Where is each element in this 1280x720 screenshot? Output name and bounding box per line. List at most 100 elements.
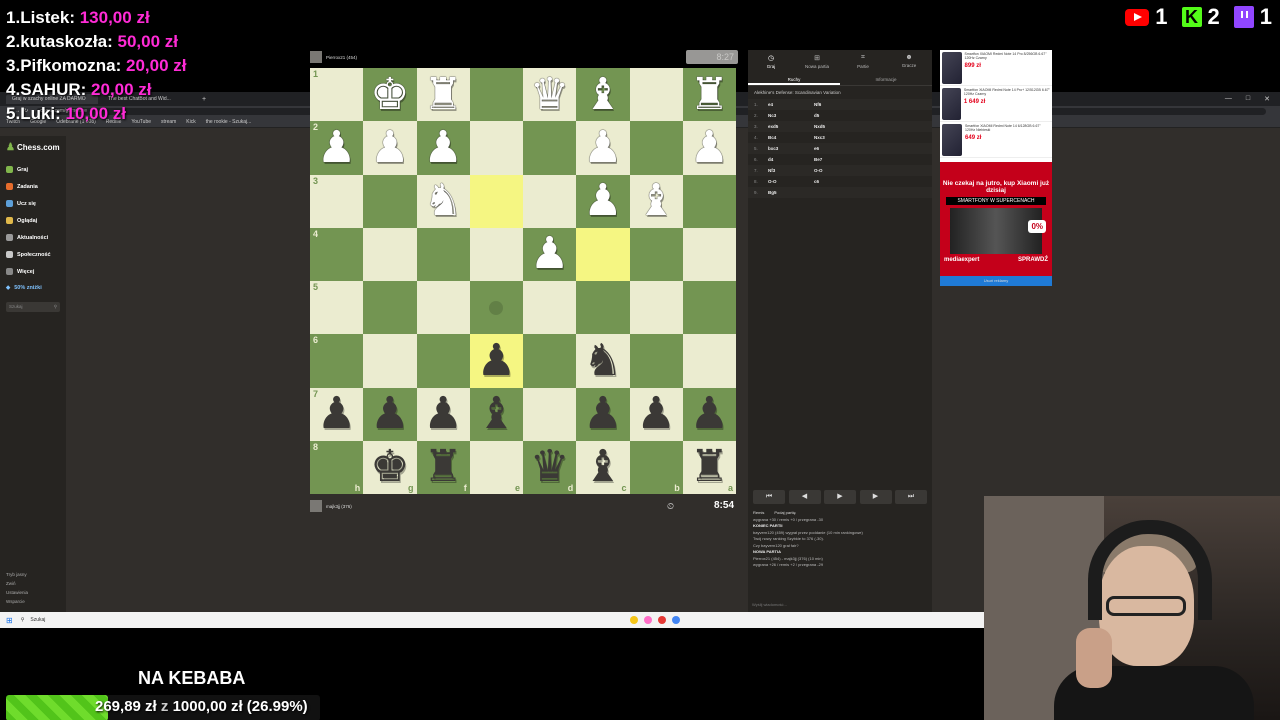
board-square[interactable] xyxy=(576,281,630,335)
black-move[interactable]: e6 xyxy=(814,146,854,151)
sidebar-item-oglądaj[interactable]: Oglądaj xyxy=(0,212,66,229)
board-square[interactable] xyxy=(469,121,523,175)
black-move[interactable]: Nxc3 xyxy=(814,135,854,140)
share-game-button[interactable]: Podaj partię xyxy=(774,510,795,517)
board-square[interactable] xyxy=(629,121,683,175)
board-square[interactable] xyxy=(682,227,736,281)
board-square[interactable] xyxy=(469,174,523,228)
chess-piece-icon[interactable]: ♞ xyxy=(423,179,462,223)
chess-piece-icon[interactable]: ♟ xyxy=(477,338,516,383)
chess-piece-icon[interactable]: ♟ xyxy=(370,392,409,436)
board-square[interactable]: f ♜ xyxy=(416,440,470,494)
chess-piece-icon[interactable]: ♝ xyxy=(583,72,622,117)
chess-piece-icon[interactable]: ♟ xyxy=(636,392,675,436)
board-square[interactable]: 5 xyxy=(310,281,364,335)
board-square[interactable]: ♟ xyxy=(416,387,470,441)
board-square[interactable]: ♟ xyxy=(629,387,683,441)
board-square[interactable]: 1 xyxy=(310,68,364,122)
bookmark-item[interactable]: Kick xyxy=(186,119,195,125)
white-move[interactable]: Bg5 xyxy=(768,190,814,195)
ad-banner[interactable]: Nie czekaj na jutro, kup Xiaomi już dzis… xyxy=(940,162,1052,276)
bookmark-item[interactable]: the rookie - Szukaj... xyxy=(206,119,252,125)
white-move[interactable]: O-O xyxy=(768,179,814,184)
board-square[interactable] xyxy=(523,281,577,335)
board-square[interactable] xyxy=(469,68,523,122)
chess-piece-icon[interactable]: ♝ xyxy=(477,392,516,436)
ad-product[interactable]: Smartfon XIAOMI Redmi Note 14 6/128GB 6.… xyxy=(940,122,1052,158)
sidebar-item-aktualności[interactable]: Aktualności xyxy=(0,229,66,246)
board-square[interactable] xyxy=(469,227,523,281)
move-hint-dot[interactable] xyxy=(489,300,504,315)
board-square[interactable] xyxy=(363,334,417,388)
board-square[interactable]: ♟ xyxy=(469,334,523,388)
board-square[interactable]: ♜ xyxy=(416,68,470,122)
chess-piece-icon[interactable]: ♟ xyxy=(423,392,462,436)
next-move-button[interactable]: ▶ xyxy=(859,490,892,504)
chess-piece-icon[interactable]: ♜ xyxy=(423,72,462,117)
board-square[interactable] xyxy=(416,334,470,388)
new-tab-button[interactable]: + xyxy=(202,96,206,103)
white-move[interactable]: Bc4 xyxy=(768,135,814,140)
panel-tab[interactable]: ⌗ Partie xyxy=(840,50,886,74)
black-move[interactable]: c6 xyxy=(814,179,854,184)
tab-moves[interactable]: Ruchy xyxy=(748,74,840,85)
panel-tab[interactable]: ⊞ Nowa partia xyxy=(794,50,840,74)
board-square[interactable] xyxy=(576,227,630,281)
board-square[interactable] xyxy=(363,281,417,335)
chess-piece-icon[interactable]: ♜ xyxy=(690,72,729,117)
sidebar-item-więcej[interactable]: Więcej xyxy=(0,263,66,280)
windows-start-icon[interactable]: ⊞ xyxy=(6,616,13,625)
chess-piece-icon[interactable]: ♛ xyxy=(530,445,569,489)
player-avatar[interactable] xyxy=(310,500,322,512)
board-square[interactable] xyxy=(523,387,577,441)
board-square[interactable]: 6 xyxy=(310,334,364,388)
chess-piece-icon[interactable]: ♟ xyxy=(317,125,356,170)
chess-piece-icon[interactable]: ♟ xyxy=(423,125,462,170)
board-square[interactable]: ♚ xyxy=(363,68,417,122)
black-move[interactable]: O-O xyxy=(814,168,854,173)
remove-ads-link[interactable]: Usuń reklamy xyxy=(940,276,1052,286)
chess-piece-icon[interactable]: ♟ xyxy=(530,232,569,276)
chess-piece-icon[interactable]: ♞ xyxy=(583,338,622,383)
board-square[interactable]: 7 ♟ xyxy=(310,387,364,441)
white-move[interactable]: bxc3 xyxy=(768,146,814,151)
chess-piece-icon[interactable]: ♟ xyxy=(583,125,622,170)
chess-piece-icon[interactable]: ♝ xyxy=(636,179,675,223)
white-move[interactable]: Nc3 xyxy=(768,113,814,118)
white-move[interactable]: d4 xyxy=(768,157,814,162)
board-square[interactable]: ♛ xyxy=(523,68,577,122)
sidebar-item-graj[interactable]: Graj xyxy=(0,161,66,178)
sidebar-bottom-item[interactable]: Wsparcie xyxy=(0,597,66,606)
close-button[interactable]: ✕ xyxy=(1264,95,1270,103)
board-square[interactable]: b xyxy=(629,440,683,494)
board-square[interactable] xyxy=(629,281,683,335)
board-square[interactable] xyxy=(416,281,470,335)
board-square[interactable]: g ♚ xyxy=(363,440,417,494)
board-square[interactable]: ♟ xyxy=(576,387,630,441)
board-square[interactable]: ♝ xyxy=(576,68,630,122)
chat-input[interactable]: Wyślij wiadomość... xyxy=(752,600,928,610)
board-square[interactable]: ♟ xyxy=(576,174,630,228)
chesscom-logo[interactable]: ♟ Chess.com xyxy=(0,136,66,161)
board-square[interactable] xyxy=(363,227,417,281)
sidebar-item-społeczność[interactable]: Społeczność xyxy=(0,246,66,263)
board-square[interactable]: ♟ xyxy=(682,121,736,175)
panel-tab[interactable]: ◷ Graj xyxy=(748,50,794,74)
draw-offer-button[interactable]: Remis xyxy=(753,510,764,517)
board-square[interactable]: 3 xyxy=(310,174,364,228)
record-icon[interactable] xyxy=(658,616,666,624)
board-square[interactable]: ♟ xyxy=(576,121,630,175)
board-square[interactable] xyxy=(682,281,736,335)
board-square[interactable]: ♟ xyxy=(682,387,736,441)
board-square[interactable]: ♟ xyxy=(363,387,417,441)
chess-board[interactable]: 1 ♚ ♜ ♛ ♝ ♜ 2 ♟ ♟ ♟ ♟ ♟ 3 ♞ ♟ ♝ 4 ♟ 5 6 ♟ ♞ 7 ♟ ♟ ♟ ♝ ♟ ♟ ♟ 8 h g ♚ f ♜ e d ♛ c… xyxy=(310,68,736,494)
board-square[interactable] xyxy=(629,334,683,388)
last-move-button[interactable]: ⏭ xyxy=(895,490,927,504)
prev-move-button[interactable]: ◀ xyxy=(788,490,821,504)
board-square[interactable]: ♟ xyxy=(523,227,577,281)
sidebar-bottom-item[interactable]: Zwiń xyxy=(0,579,66,588)
board-square[interactable] xyxy=(682,334,736,388)
chess-piece-icon[interactable]: ♚ xyxy=(370,445,409,489)
board-square[interactable] xyxy=(363,174,417,228)
maximize-button[interactable]: □ xyxy=(1246,95,1250,103)
